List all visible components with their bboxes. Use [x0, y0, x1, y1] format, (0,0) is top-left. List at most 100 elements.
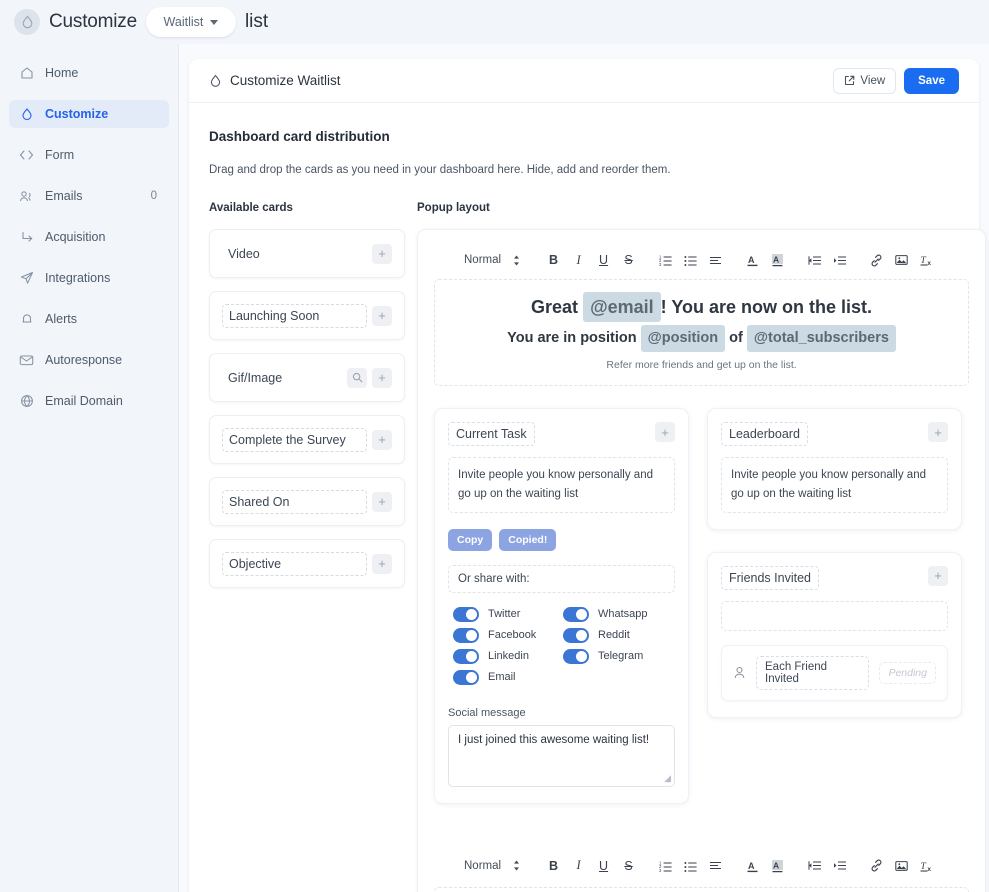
available-card-objective[interactable]: Objective + [209, 539, 405, 588]
italic-icon[interactable]: I [566, 249, 591, 271]
highlight-icon[interactable]: A [765, 855, 790, 877]
social-toggle-email[interactable]: Email [453, 670, 563, 685]
italic-icon[interactable]: I [566, 855, 591, 877]
sidebar-item-form[interactable]: Form [9, 141, 169, 169]
ordered-list-icon[interactable]: 123 [653, 249, 678, 271]
image-icon[interactable] [889, 249, 914, 271]
available-card-shared-on[interactable]: Shared On + [209, 477, 405, 526]
card-friends-invited[interactable]: Friends Invited + Each Friend Invited [707, 552, 962, 718]
save-button[interactable]: Save [904, 68, 959, 94]
social-toggle-telegram[interactable]: Telegram [563, 649, 673, 664]
social-toggle-facebook[interactable]: Facebook [453, 628, 563, 643]
view-button[interactable]: View [833, 68, 896, 94]
plus-icon[interactable]: + [372, 306, 392, 326]
underline-icon[interactable]: U [591, 249, 616, 271]
indent-icon[interactable] [827, 249, 852, 271]
toggle-switch[interactable] [453, 607, 479, 622]
toggle-switch[interactable] [563, 607, 589, 622]
available-card-label[interactable]: Objective [222, 552, 367, 576]
sidebar-item-label: Customize [45, 107, 108, 121]
footer-message-editor[interactable]: Check your position always on your dashb… [434, 887, 969, 892]
toggle-switch[interactable] [453, 649, 479, 664]
bold-icon[interactable]: B [541, 249, 566, 271]
card-body-text[interactable]: Invite people you know personally and go… [721, 457, 948, 512]
workspace-selector[interactable]: Waitlist [146, 7, 236, 37]
emails-count-badge: 0 [151, 190, 157, 202]
code-icon [19, 148, 34, 163]
bullet-list-icon[interactable] [678, 855, 703, 877]
block-format-dropdown-icon[interactable] [504, 855, 529, 877]
card-title[interactable]: Current Task [448, 422, 535, 446]
link-icon[interactable] [864, 855, 889, 877]
align-icon[interactable] [703, 855, 728, 877]
plus-icon[interactable]: + [372, 430, 392, 450]
underline-icon[interactable]: U [591, 855, 616, 877]
toggle-switch[interactable] [563, 628, 589, 643]
toggle-switch[interactable] [453, 670, 479, 685]
plus-icon[interactable]: + [372, 368, 392, 388]
card-body-text[interactable] [721, 601, 948, 631]
block-format-dropdown-icon[interactable] [504, 249, 529, 271]
available-card-label[interactable]: Complete the Survey [222, 428, 367, 452]
available-card-label[interactable]: Launching Soon [222, 304, 367, 328]
image-icon[interactable] [889, 855, 914, 877]
sidebar-item-alerts[interactable]: Alerts [9, 305, 169, 333]
sidebar-item-customize[interactable]: Customize [9, 100, 169, 128]
popup-message-editor[interactable]: Great @email! You are now on the list. Y… [434, 279, 969, 386]
sidebar-item-autoresponse[interactable]: Autoresponse [9, 346, 169, 374]
social-toggle-linkedin[interactable]: Linkedin [453, 649, 563, 664]
copied-button[interactable]: Copied! [499, 529, 556, 551]
sidebar-item-emails[interactable]: Emails 0 [9, 182, 169, 210]
subheadline-prefix: You are in position [507, 330, 636, 346]
plus-icon[interactable]: + [372, 554, 392, 574]
plus-icon[interactable]: + [372, 492, 392, 512]
plus-icon[interactable]: + [372, 244, 392, 264]
droplet-icon [14, 9, 40, 35]
available-card-gif-image[interactable]: Gif/Image + [209, 353, 405, 402]
copy-button[interactable]: Copy [448, 529, 492, 551]
available-card-launching-soon[interactable]: Launching Soon + [209, 291, 405, 340]
align-icon[interactable] [703, 249, 728, 271]
available-card-label[interactable]: Shared On [222, 490, 367, 514]
card-body-text[interactable]: Invite people you know personally and go… [448, 457, 675, 512]
toggle-switch[interactable] [563, 649, 589, 664]
outdent-icon[interactable] [802, 855, 827, 877]
svg-text:x: x [927, 866, 931, 873]
social-toggle-reddit[interactable]: Reddit [563, 628, 673, 643]
text-color-icon[interactable]: A [740, 855, 765, 877]
plus-icon[interactable]: + [928, 422, 948, 442]
friend-invited-label[interactable]: Each Friend Invited [756, 656, 869, 690]
social-toggle-whatsapp[interactable]: Whatsapp [563, 607, 673, 622]
card-current-task[interactable]: Current Task + Invite people you know pe… [434, 408, 689, 803]
resize-handle[interactable]: ◢ [664, 773, 671, 784]
sidebar-item-email-domain[interactable]: Email Domain [9, 387, 169, 415]
bullet-list-icon[interactable] [678, 249, 703, 271]
plus-icon[interactable]: + [928, 566, 948, 586]
highlight-icon[interactable]: A [765, 249, 790, 271]
svg-text:A: A [748, 255, 755, 265]
link-icon[interactable] [864, 249, 889, 271]
strikethrough-icon[interactable]: S [616, 855, 641, 877]
ordered-list-icon[interactable]: 123 [653, 855, 678, 877]
sidebar-item-acquisition[interactable]: Acquisition [9, 223, 169, 251]
strikethrough-icon[interactable]: S [616, 249, 641, 271]
available-card-complete-the-survey[interactable]: Complete the Survey + [209, 415, 405, 464]
share-label[interactable]: Or share with: [448, 565, 675, 593]
sidebar-item-integrations[interactable]: Integrations [9, 264, 169, 292]
plus-icon[interactable]: + [655, 422, 675, 442]
card-title[interactable]: Leaderboard [721, 422, 808, 446]
toggle-switch[interactable] [453, 628, 479, 643]
social-toggle-twitter[interactable]: Twitter [453, 607, 563, 622]
bold-icon[interactable]: B [541, 855, 566, 877]
card-title[interactable]: Friends Invited [721, 566, 819, 590]
text-color-icon[interactable]: A [740, 249, 765, 271]
search-icon[interactable] [347, 368, 367, 388]
card-leaderboard[interactable]: Leaderboard + Invite people you know per… [707, 408, 962, 529]
indent-icon[interactable] [827, 855, 852, 877]
clear-format-icon[interactable]: Tx [914, 249, 939, 271]
outdent-icon[interactable] [802, 249, 827, 271]
clear-format-icon[interactable]: Tx [914, 855, 939, 877]
social-message-input[interactable]: I just joined this awesome waiting list!… [448, 725, 675, 787]
available-card-video[interactable]: Video + [209, 229, 405, 278]
sidebar-item-home[interactable]: Home [9, 59, 169, 87]
